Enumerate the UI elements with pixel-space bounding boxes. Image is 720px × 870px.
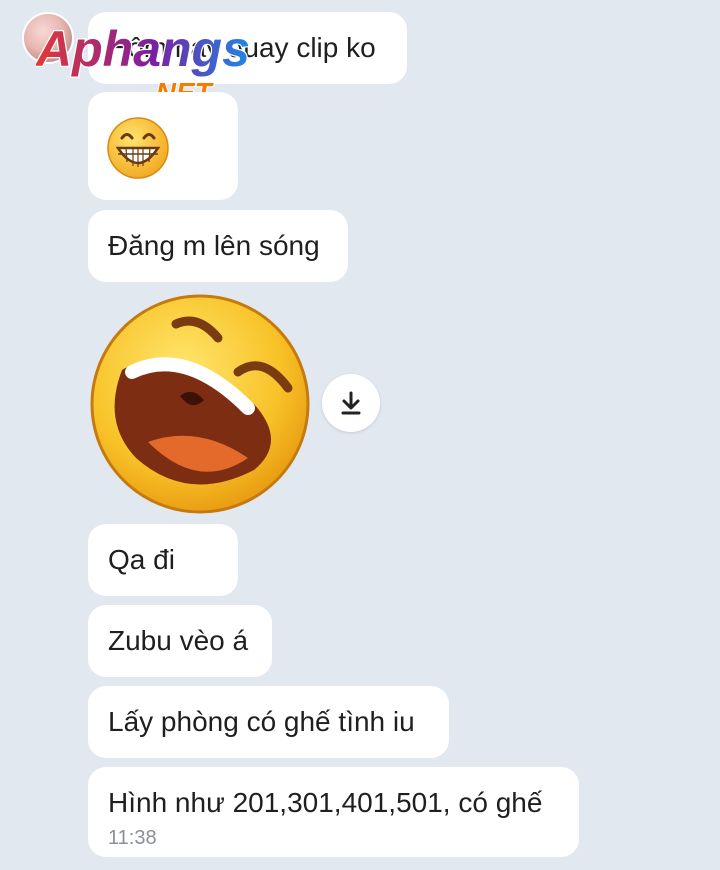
download-icon (341, 391, 361, 415)
message-text: Đăng m lên sóng (108, 230, 320, 261)
message-timestamp: 11:38 (108, 827, 157, 849)
message-bubble[interactable]: Đăng m lên sóng (88, 210, 348, 282)
message-text: Hình như 201,301,401,501, có ghế (108, 787, 543, 818)
sender-avatar[interactable] (22, 12, 74, 64)
grinning-face-icon (107, 117, 169, 179)
message-text: Hôm nay quay clip ko (108, 32, 376, 63)
message-bubble[interactable]: Qa đi (88, 524, 238, 596)
emoji-message-bubble[interactable] (88, 92, 238, 200)
message-bubble[interactable]: Lấy phòng có ghế tình iu (88, 686, 449, 758)
message-text: Zubu vèo á (108, 625, 249, 656)
message-text: Lấy phòng có ghế tình iu (108, 706, 415, 737)
message-text: Qa đi (108, 544, 175, 575)
download-button[interactable] (322, 374, 380, 432)
laughing-face-sticker[interactable] (88, 292, 312, 516)
message-bubble[interactable]: Hình như 201,301,401,501, có ghế 11:38 (88, 767, 579, 857)
message-bubble[interactable]: Hôm nay quay clip ko (88, 12, 407, 84)
message-bubble[interactable]: Zubu vèo á (88, 605, 272, 677)
